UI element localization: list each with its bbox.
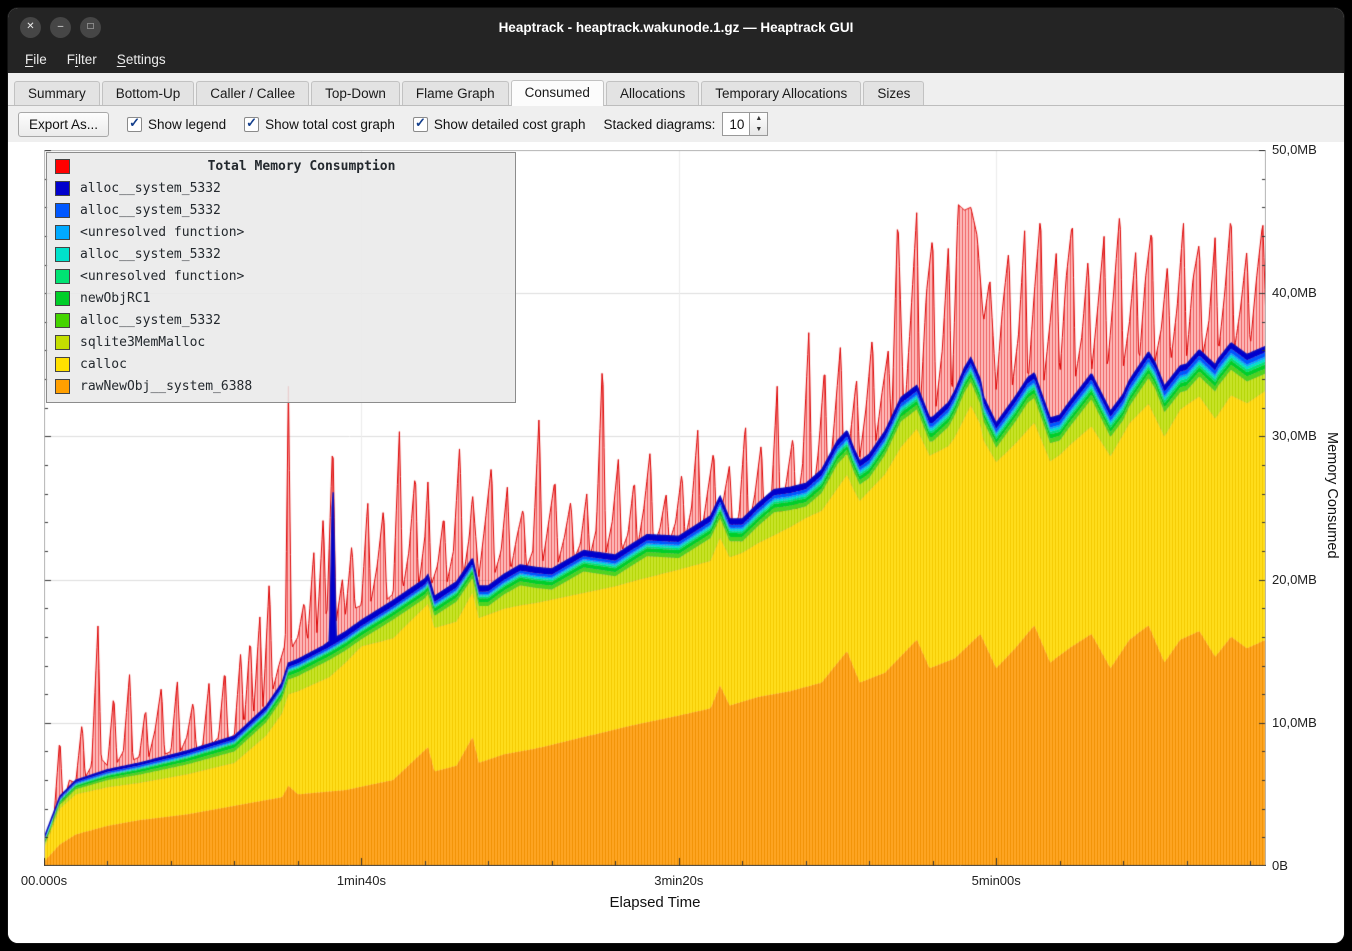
stacked-diagrams-value[interactable]: 10 [722,112,750,136]
legend-color-swatch [55,247,70,262]
legend-item: newObjRC1 [47,287,515,309]
y-axis-title: Memory Consumed [1324,432,1340,559]
legend-item: alloc__system_5332 [47,177,515,199]
legend-color-swatch [55,225,70,240]
checkbox-label: Show legend [148,117,226,132]
checkmark-icon [413,117,428,132]
legend-color-swatch [55,269,70,284]
legend-color-swatch [55,203,70,218]
tab-bottom-up[interactable]: Bottom-Up [102,81,195,105]
window-title: Heaptrack - heaptrack.wakunode.1.gz — He… [8,20,1344,35]
x-tick-label: 5min00s [972,873,1021,888]
x-axis-title: Elapsed Time [44,894,1266,911]
legend-title: Total Memory Consumption [47,155,531,177]
stacked-diagrams-label: Stacked diagrams: [604,117,716,132]
legend-label: alloc__system_5332 [80,313,221,328]
legend-label: sqlite3MemMalloc [80,335,205,350]
legend-label: alloc__system_5332 [80,181,221,196]
legend-item: <unresolved function> [47,265,515,287]
legend-color-swatch [55,313,70,328]
toolbar: Export As... Show legend Show total cost … [8,106,1344,142]
spinbox-steppers: ▲ ▼ [750,112,768,136]
legend-item: rawNewObj__system_6388 [47,375,515,397]
tab-temporary-allocations[interactable]: Temporary Allocations [701,81,861,105]
tab-caller-callee[interactable]: Caller / Callee [196,81,309,105]
menu-file[interactable]: File [16,49,56,70]
minimize-icon: – [58,22,64,32]
stacked-diagrams-spinbox[interactable]: 10 ▲ ▼ [722,112,768,136]
y-tick-label: 20,0MB [1272,572,1317,587]
legend-item: <unresolved function> [47,221,515,243]
legend-item: alloc__system_5332 [47,199,515,221]
legend-item: calloc [47,353,515,375]
tab-sizes[interactable]: Sizes [863,81,924,105]
tab-bar: SummaryBottom-UpCaller / CalleeTop-DownF… [8,73,1344,106]
legend-color-swatch [55,159,70,174]
menu-bar: FileFilterSettings [8,46,1344,73]
legend-label: <unresolved function> [80,225,244,240]
x-tick-label: 00.000s [21,873,67,888]
checkmark-icon [244,117,259,132]
legend-label: <unresolved function> [80,269,244,284]
y-tick-label: 0B [1272,858,1288,873]
window-controls: ✕ – □ [20,8,101,46]
checkbox-show-detailed-cost-graph[interactable]: Show detailed cost graph [413,117,586,132]
chart-area: Total Memory Consumption alloc__system_53… [8,142,1344,943]
legend-color-swatch [55,379,70,394]
menu-filter[interactable]: Filter [58,49,106,70]
checkbox-label: Show total cost graph [265,117,395,132]
maximize-button[interactable]: □ [80,17,101,38]
menu-settings[interactable]: Settings [108,49,175,70]
checkbox-group: Show legend Show total cost graph Show det… [127,117,586,132]
legend-label: alloc__system_5332 [80,203,221,218]
y-tick-label: 40,0MB [1272,285,1317,300]
minimize-button[interactable]: – [50,17,71,38]
legend-item: alloc__system_5332 [47,309,515,331]
legend-color-swatch [55,357,70,372]
export-as-button[interactable]: Export As... [18,112,109,137]
tab-top-down[interactable]: Top-Down [311,81,400,105]
x-tick-label: 1min40s [337,873,386,888]
checkbox-show-legend[interactable]: Show legend [127,117,226,132]
close-icon: ✕ [26,22,34,32]
y-tick-label: 30,0MB [1272,428,1317,443]
tab-allocations[interactable]: Allocations [606,81,699,105]
legend-item: alloc__system_5332 [47,243,515,265]
spinbox-down-icon[interactable]: ▼ [750,124,767,135]
tab-summary[interactable]: Summary [14,81,100,105]
y-tick-label: 10,0MB [1272,715,1317,730]
title-bar: ✕ – □ Heaptrack - heaptrack.wakunode.1.gz … [8,8,1344,46]
x-tick-label: 3min20s [654,873,703,888]
tab-flame-graph[interactable]: Flame Graph [402,81,509,105]
tab-consumed[interactable]: Consumed [511,80,604,106]
legend-label: calloc [80,357,127,372]
checkbox-show-total-cost-graph[interactable]: Show total cost graph [244,117,395,132]
checkmark-icon [127,117,142,132]
chart-legend: Total Memory Consumptionalloc__system_53… [46,152,516,403]
legend-color-swatch [55,181,70,196]
legend-label: Total Memory Consumption [80,159,523,174]
legend-item: sqlite3MemMalloc [47,331,515,353]
legend-label: rawNewObj__system_6388 [80,379,252,394]
legend-color-swatch [55,291,70,306]
legend-label: newObjRC1 [80,291,150,306]
spinbox-up-icon[interactable]: ▲ [750,113,767,124]
close-button[interactable]: ✕ [20,17,41,38]
y-tick-label: 50,0MB [1272,142,1317,157]
legend-color-swatch [55,335,70,350]
maximize-icon: □ [87,22,93,32]
app-window: ✕ – □ Heaptrack - heaptrack.wakunode.1.gz … [8,8,1344,943]
checkbox-label: Show detailed cost graph [434,117,586,132]
legend-label: alloc__system_5332 [80,247,221,262]
